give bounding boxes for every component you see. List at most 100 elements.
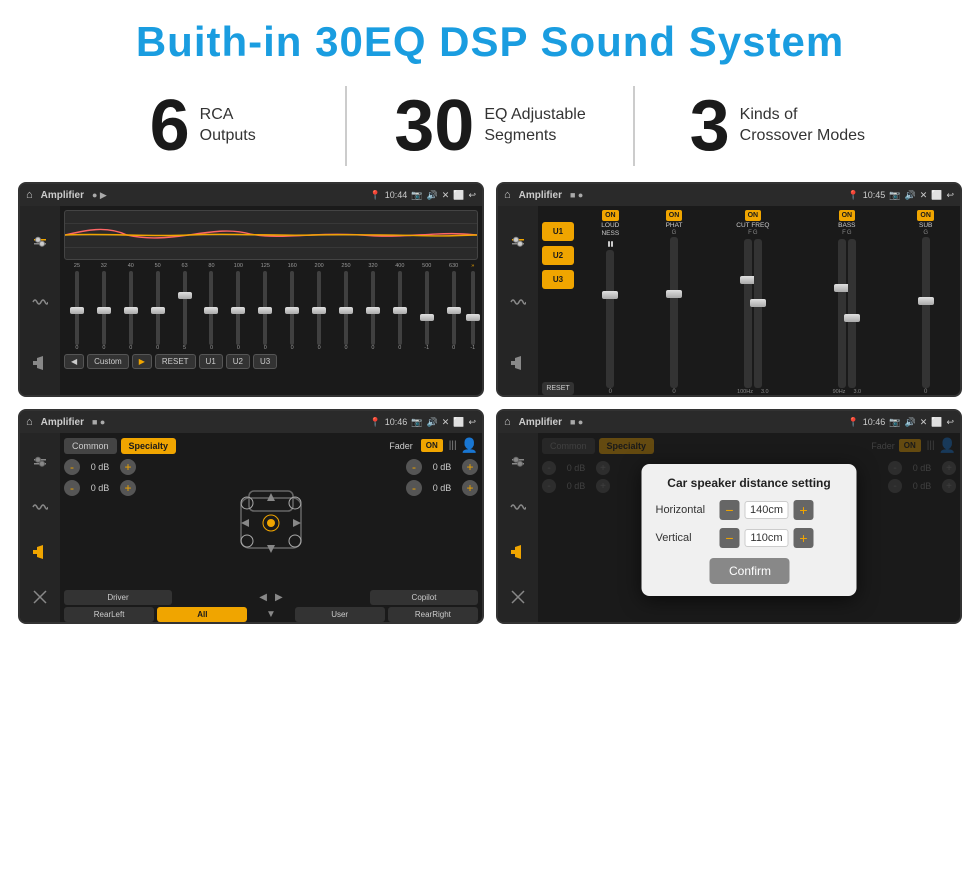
horizontal-minus-btn[interactable]: − (720, 500, 740, 520)
fader-rearright-btn[interactable]: RearRight (388, 607, 478, 622)
window-icon-4[interactable]: ⬜ (931, 417, 942, 428)
vertical-plus-btn[interactable]: + (794, 528, 814, 548)
amp-preset-u1[interactable]: U1 (542, 222, 574, 241)
bass-slider2[interactable] (848, 239, 856, 388)
vertical-value: 110cm (745, 529, 789, 547)
eq-slider-3[interactable]: 0 (118, 271, 144, 351)
fader-user-btn[interactable]: User (295, 607, 385, 622)
fader-icon-expand[interactable] (26, 583, 54, 611)
amp-reset-btn[interactable]: RESET (542, 382, 574, 395)
fader-db4-plus[interactable]: + (462, 480, 478, 496)
sub-slider-track[interactable] (922, 237, 930, 388)
fader-profile-icon[interactable]: 👤 (461, 437, 478, 454)
eq-slider-11[interactable]: 0 (333, 271, 359, 351)
eq-u2-button[interactable]: U2 (226, 354, 250, 369)
eq-slider-16[interactable]: -1 (468, 271, 478, 351)
back-icon-1[interactable]: ↩ (468, 190, 476, 201)
camera-icon-3[interactable]: 📷 (411, 417, 422, 428)
dist-icon-wave[interactable] (504, 493, 532, 521)
window-icon-3[interactable]: ⬜ (453, 417, 464, 428)
amp-preset-u2[interactable]: U2 (542, 246, 574, 265)
cutfreq-on-btn[interactable]: ON (745, 210, 762, 221)
fader-icon-speaker[interactable] (26, 538, 54, 566)
eq-prev-button[interactable]: ◀ (64, 354, 84, 369)
cutfreq-slider2[interactable] (754, 239, 762, 388)
volume-icon-2[interactable]: 🔊 (904, 190, 915, 201)
eq-icon-sliders[interactable] (26, 228, 54, 256)
sub-on-btn[interactable]: ON (917, 210, 934, 221)
amp-icon-wave[interactable] (504, 288, 532, 316)
window-icon-2[interactable]: ⬜ (931, 190, 942, 201)
eq-slider-12[interactable]: 0 (360, 271, 386, 351)
fader-db3-plus[interactable]: + (462, 459, 478, 475)
dist-icon-sliders[interactable] (504, 448, 532, 476)
amp-preset-u3[interactable]: U3 (542, 270, 574, 289)
fader-on-badge[interactable]: ON (421, 439, 443, 452)
back-icon-4[interactable]: ↩ (946, 417, 954, 428)
fader-driver-btn[interactable]: Driver (64, 590, 172, 605)
x-icon-2[interactable]: ✕ (920, 190, 928, 201)
x-icon-3[interactable]: ✕ (442, 417, 450, 428)
eq-u1-button[interactable]: U1 (199, 354, 223, 369)
eq-icon-wave[interactable] (26, 288, 54, 316)
topbar-home-icon-4[interactable]: ⌂ (504, 416, 511, 428)
eq-play-button[interactable]: ▶ (132, 354, 152, 369)
camera-icon-1[interactable]: 📷 (411, 190, 422, 201)
eq-slider-15[interactable]: 0 (441, 271, 467, 351)
dist-icon-expand[interactable] (504, 583, 532, 611)
eq-slider-6[interactable]: 0 (199, 271, 225, 351)
volume-icon-1[interactable]: 🔊 (426, 190, 437, 201)
fader-db4-minus[interactable]: - (406, 480, 422, 496)
window-icon-1[interactable]: ⬜ (453, 190, 464, 201)
eq-slider-13[interactable]: 0 (387, 271, 413, 351)
fader-icon-wave[interactable] (26, 493, 54, 521)
eq-slider-5[interactable]: 5 (172, 271, 198, 351)
x-icon-1[interactable]: ✕ (442, 190, 450, 201)
eq-u3-button[interactable]: U3 (253, 354, 277, 369)
horizontal-plus-btn[interactable]: + (794, 500, 814, 520)
camera-icon-2[interactable]: 📷 (889, 190, 900, 201)
camera-icon-4[interactable]: 📷 (889, 417, 900, 428)
eq-slider-8[interactable]: 0 (252, 271, 278, 351)
phat-slider-track[interactable] (670, 237, 678, 388)
back-icon-2[interactable]: ↩ (946, 190, 954, 201)
fader-db3-minus[interactable]: - (406, 459, 422, 475)
cutfreq-slider1[interactable] (744, 239, 752, 388)
phat-on-btn[interactable]: ON (666, 210, 683, 221)
fader-tab-specialty[interactable]: Specialty (121, 438, 177, 454)
fader-icon-sliders[interactable] (26, 448, 54, 476)
fader-db2-plus[interactable]: + (120, 480, 136, 496)
volume-icon-4[interactable]: 🔊 (904, 417, 915, 428)
eq-slider-10[interactable]: 0 (306, 271, 332, 351)
dialog-confirm-button[interactable]: Confirm (709, 558, 789, 584)
fader-tab-common[interactable]: Common (64, 438, 117, 454)
eq-slider-4[interactable]: 0 (145, 271, 171, 351)
topbar-home-icon-1[interactable]: ⌂ (26, 189, 33, 201)
topbar-home-icon-3[interactable]: ⌂ (26, 416, 33, 428)
amp-icon-sliders[interactable] (504, 228, 532, 256)
eq-custom-button[interactable]: Custom (87, 354, 129, 369)
loudness-on-btn[interactable]: ON (602, 210, 619, 221)
fader-db2-minus[interactable]: - (64, 480, 80, 496)
eq-icon-speaker[interactable] (26, 349, 54, 377)
dist-icon-speaker[interactable] (504, 538, 532, 566)
fader-db1-plus[interactable]: + (120, 459, 136, 475)
vertical-minus-btn[interactable]: − (720, 528, 740, 548)
eq-slider-7[interactable]: 0 (225, 271, 251, 351)
amp-icon-speaker[interactable] (504, 349, 532, 377)
eq-slider-1[interactable]: 0 (64, 271, 90, 351)
fader-all-btn[interactable]: All (157, 607, 247, 622)
volume-icon-3[interactable]: 🔊 (426, 417, 437, 428)
loudness-slider-track[interactable] (606, 250, 614, 388)
bass-on-btn[interactable]: ON (839, 210, 856, 221)
fader-db1-minus[interactable]: - (64, 459, 80, 475)
topbar-home-icon-2[interactable]: ⌂ (504, 189, 511, 201)
eq-slider-14[interactable]: -1 (414, 271, 440, 351)
x-icon-4[interactable]: ✕ (920, 417, 928, 428)
fader-copilot-btn[interactable]: Copilot (370, 590, 478, 605)
fader-rearleft-btn[interactable]: RearLeft (64, 607, 154, 622)
back-icon-3[interactable]: ↩ (468, 417, 476, 428)
eq-reset-button[interactable]: RESET (155, 354, 196, 369)
eq-slider-9[interactable]: 0 (279, 271, 305, 351)
eq-slider-2[interactable]: 0 (91, 271, 117, 351)
